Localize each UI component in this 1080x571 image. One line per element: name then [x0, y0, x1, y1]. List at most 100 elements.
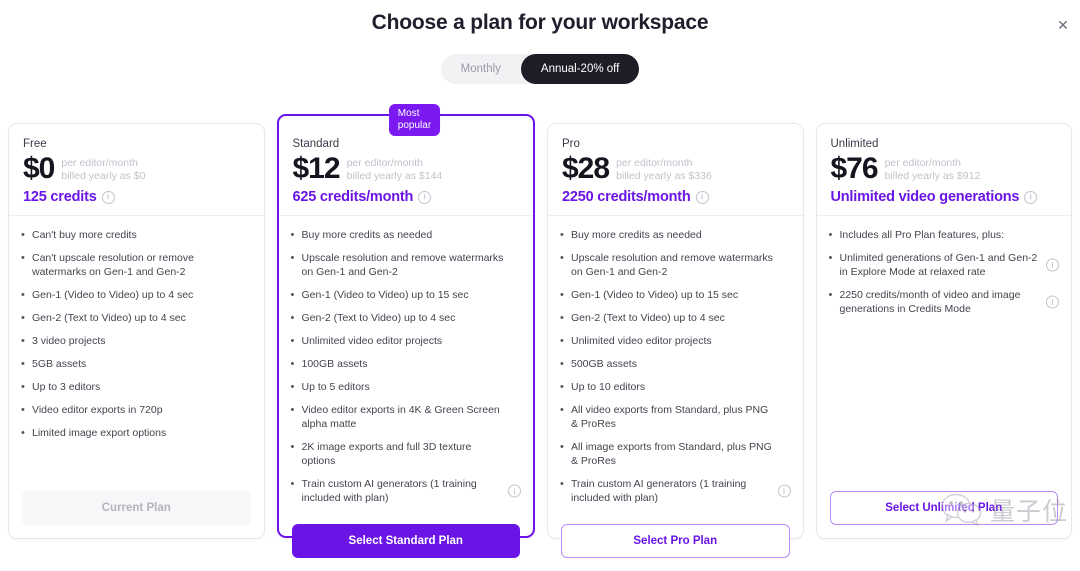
plan-features: • Includes all Pro Plan features, plus: • U… — [817, 216, 1072, 491]
feature-item: • Unlimited video editor projects — [560, 334, 791, 348]
feature-item: • Gen-2 (Text to Video) up to 4 sec — [21, 311, 252, 325]
plan-price-row: $12 per editor/month billed yearly as $144 — [293, 152, 520, 186]
info-icon[interactable]: i — [1046, 295, 1059, 309]
bullet-icon: • — [290, 404, 295, 416]
plan-cta-wrap: Select Unlimited Plan — [817, 491, 1072, 538]
feature-text: Unlimited video editor projects — [301, 335, 443, 347]
feature-text: Train custom AI generators (1 training i… — [301, 478, 477, 504]
feature-item: • 500GB assets — [560, 357, 791, 371]
plan-price-billed: billed yearly as $336 — [616, 170, 712, 182]
plan-cta-button[interactable]: Select Unlimited Plan — [829, 491, 1058, 525]
bullet-icon: • — [560, 441, 564, 453]
feature-item: • All video exports from Standard, plus P… — [560, 403, 791, 431]
feature-text: Gen-2 (Text to Video) up to 4 sec — [301, 312, 456, 324]
plan-header: Free $0 per editor/month billed yearly as $… — [9, 124, 264, 216]
feature-item: • Up to 3 editors — [21, 380, 252, 394]
plan-cta-button[interactable]: Select Pro Plan — [561, 524, 790, 558]
info-icon[interactable]: i — [1024, 190, 1038, 204]
feature-text: 2K image exports and full 3D texture opt… — [301, 441, 472, 467]
bullet-icon: • — [21, 358, 25, 370]
feature-text: All image exports from Standard, plus PN… — [571, 441, 772, 467]
feature-text: Can't upscale resolution or remove water… — [32, 252, 194, 278]
info-icon[interactable]: i — [101, 190, 115, 204]
feature-item: • Up to 5 editors — [291, 380, 522, 394]
plan-price: $0 — [23, 152, 55, 185]
plan-card-pro: Pro $28 per editor/month billed yearly as $… — [547, 123, 804, 558]
bullet-icon: • — [290, 252, 295, 264]
feature-text: Unlimited video editor projects — [571, 335, 712, 347]
feature-item: • Up to 10 editors — [560, 380, 791, 394]
feature-text: Video editor exports in 720p — [32, 404, 163, 416]
info-icon[interactable]: i — [418, 190, 432, 204]
feature-item: • Buy more credits as needed — [560, 228, 791, 242]
plan-cta-wrap: Current Plan — [9, 491, 264, 538]
bullet-icon: • — [560, 312, 564, 324]
info-icon[interactable]: i — [508, 484, 521, 498]
feature-item: • Train custom AI generators (1 training … — [560, 477, 791, 505]
plan-credits-row: Unlimited video generations i — [831, 189, 1058, 205]
feature-text: Gen-2 (Text to Video) up to 4 sec — [571, 312, 725, 324]
bullet-icon: • — [290, 289, 295, 301]
feature-item: • Upscale resolution and remove watermark… — [291, 251, 522, 279]
feature-text: Upscale resolution and remove watermarks… — [571, 252, 773, 278]
feature-text: Can't buy more credits — [32, 229, 137, 241]
plan-credits-row: 2250 credits/month i — [562, 189, 789, 205]
toggle-option-annual[interactable]: Annual-20% off — [520, 54, 640, 84]
plan-header: Pro $28 per editor/month billed yearly as $… — [548, 124, 803, 216]
feature-text: Video editor exports in 4K & Green Scree… — [301, 404, 500, 430]
feature-item: • Unlimited generations of Gen-1 and Gen-… — [828, 251, 1059, 279]
feature-text: Unlimited generations of Gen-1 and Gen-2… — [839, 252, 1038, 278]
bullet-icon: • — [560, 289, 564, 301]
toggle-option-monthly[interactable]: Monthly — [441, 54, 521, 84]
feature-text: Buy more credits as needed — [301, 229, 433, 241]
bullet-icon: • — [828, 229, 833, 241]
bullet-icon: • — [21, 252, 25, 264]
close-button[interactable]: ✕ — [1052, 14, 1074, 36]
plan-cta-wrap: Select Pro Plan — [548, 524, 803, 571]
plan-card-unlimited: Unlimited $76 per editor/month billed yearl… — [815, 123, 1072, 539]
feature-item: • All image exports from Standard, plus P… — [560, 440, 791, 468]
feature-item: • Gen-1 (Video to Video) up to 15 sec — [291, 288, 522, 302]
bullet-icon: • — [560, 404, 564, 416]
feature-text: Limited image export options — [32, 427, 167, 439]
bullet-icon: • — [21, 312, 25, 324]
feature-item: • Upscale resolution and remove watermark… — [560, 251, 791, 279]
feature-item: • 2K image exports and full 3D texture op… — [291, 440, 522, 468]
info-icon[interactable]: i — [695, 190, 709, 204]
bullet-icon: • — [560, 335, 564, 347]
feature-item: • Gen-1 (Video to Video) up to 4 sec — [21, 288, 252, 302]
feature-item: • 100GB assets — [291, 357, 522, 371]
bullet-icon: • — [560, 358, 564, 370]
info-icon[interactable]: i — [1046, 258, 1059, 272]
plan-price-sub: per editor/month billed yearly as $144 — [347, 152, 443, 183]
feature-item: • Video editor exports in 720p — [21, 403, 252, 417]
plan-cta-button[interactable]: Select Standard Plan — [291, 524, 520, 558]
feature-text: Up to 10 editors — [571, 381, 646, 393]
feature-text: Gen-1 (Video to Video) up to 15 sec — [301, 289, 469, 301]
feature-item: • Limited image export options — [21, 426, 252, 440]
feature-item: • 5GB assets — [21, 357, 252, 371]
info-icon[interactable]: i — [777, 484, 791, 498]
feature-text: Upscale resolution and remove watermarks… — [301, 252, 504, 278]
plan-credits-row: 125 credits i — [23, 189, 250, 205]
bullet-icon: • — [290, 381, 295, 393]
plan-price-per: per editor/month — [346, 157, 424, 169]
plan-price-row: $76 per editor/month billed yearly as $912 — [831, 152, 1058, 186]
bullet-icon: • — [290, 358, 295, 370]
plan-card-free: Free $0 per editor/month billed yearly as $… — [8, 123, 265, 539]
feature-text: 2250 credits/month of video and image ge… — [839, 289, 1021, 315]
feature-item: • Includes all Pro Plan features, plus: — [829, 228, 1060, 242]
plan-price-sub: per editor/month billed yearly as $336 — [616, 152, 712, 183]
plan-price-billed: billed yearly as $0 — [61, 170, 146, 182]
bullet-icon: • — [290, 441, 295, 453]
bullet-icon: • — [828, 252, 833, 264]
feature-text: Includes all Pro Plan features, plus: — [839, 229, 1005, 241]
feature-item: • Train custom AI generators (1 training … — [291, 477, 521, 505]
plan-price: $28 — [562, 152, 610, 185]
bullet-icon: • — [560, 252, 564, 264]
plan-price-billed: billed yearly as $912 — [884, 170, 981, 182]
bullet-icon: • — [21, 289, 25, 301]
bullet-icon: • — [828, 289, 833, 301]
plan-price: $12 — [292, 152, 341, 185]
feature-text: 3 video projects — [32, 335, 106, 347]
